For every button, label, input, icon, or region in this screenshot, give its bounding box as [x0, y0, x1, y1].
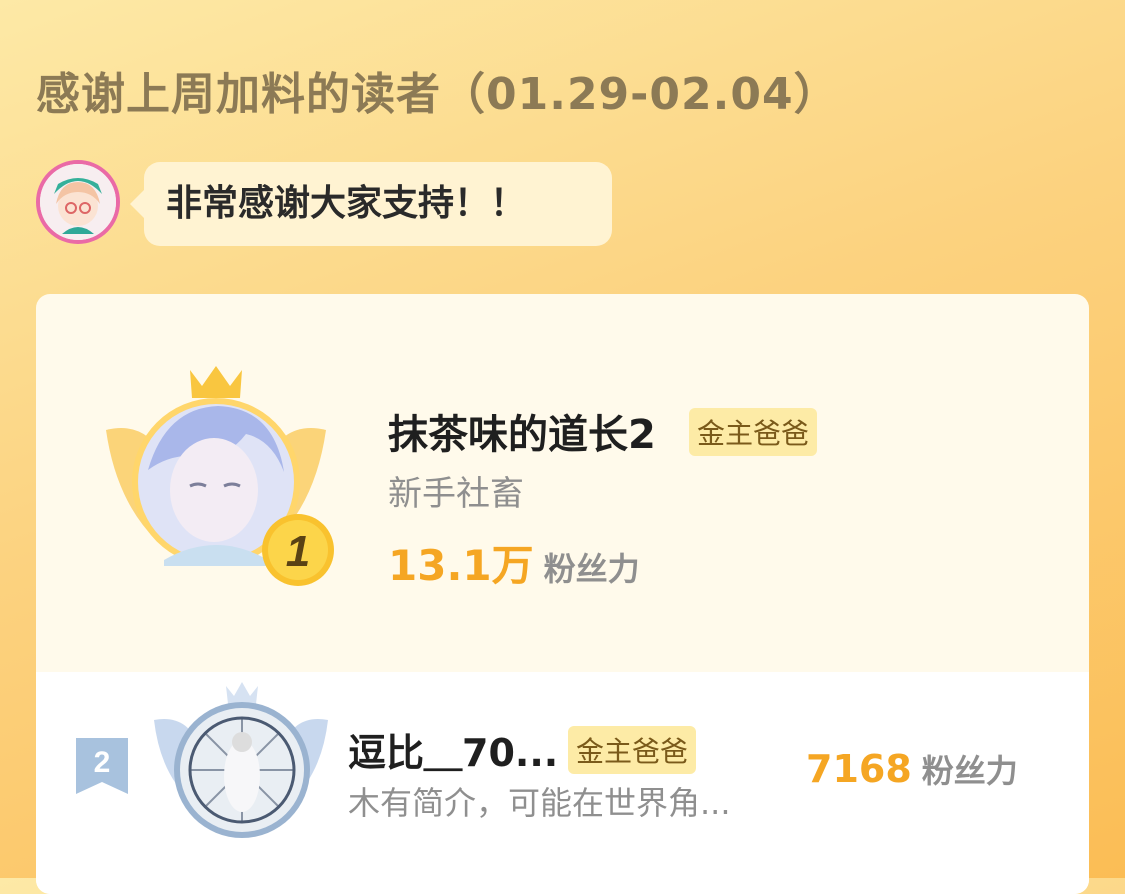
author-avatar[interactable] [36, 160, 120, 244]
fan-power-value: 7168 [806, 747, 912, 791]
fan-power-value: 13.1万 [388, 541, 534, 590]
author-avatar-image [40, 164, 116, 240]
silver-rank-badge [154, 682, 328, 838]
user-name[interactable]: 抹茶味的道长2 [388, 402, 656, 460]
gold-rank-badge: 1 [106, 366, 334, 586]
sponsor-tag: 金主爸爸 [689, 408, 818, 456]
page-title: 感谢上周加料的读者（01.29-02.04） [36, 69, 839, 120]
leaderboard-card: 1 抹茶味的道长2 金主爸爸 新手社畜 13.1万 粉丝力 2 逗比＿70... … [36, 294, 1089, 894]
fan-power-score: 13.1万 粉丝力 [388, 532, 640, 593]
crown-icon [190, 366, 242, 398]
user-bio: 新手社畜 [388, 474, 524, 514]
fan-power-score: 7168 粉丝力 [806, 746, 1018, 792]
sponsor-tag: 金主爸爸 [568, 726, 697, 774]
fan-power-label: 粉丝力 [543, 550, 640, 588]
crown-icon [226, 682, 258, 704]
rank-number-1: 1 [286, 527, 310, 576]
leaderboard-first-place[interactable]: 1 抹茶味的道长2 金主爸爸 新手社畜 13.1万 粉丝力 [36, 294, 1089, 672]
user-name[interactable]: 逗比＿70... [348, 722, 558, 777]
user-bio: 木有简介，可能在世界角... [348, 784, 731, 822]
fan-power-label: 粉丝力 [921, 752, 1018, 790]
silver-rank-ribbon: 2 [76, 738, 128, 794]
author-message-bubble: 非常感谢大家支持！！ [130, 162, 612, 246]
rank-number-2: 2 [94, 746, 111, 779]
